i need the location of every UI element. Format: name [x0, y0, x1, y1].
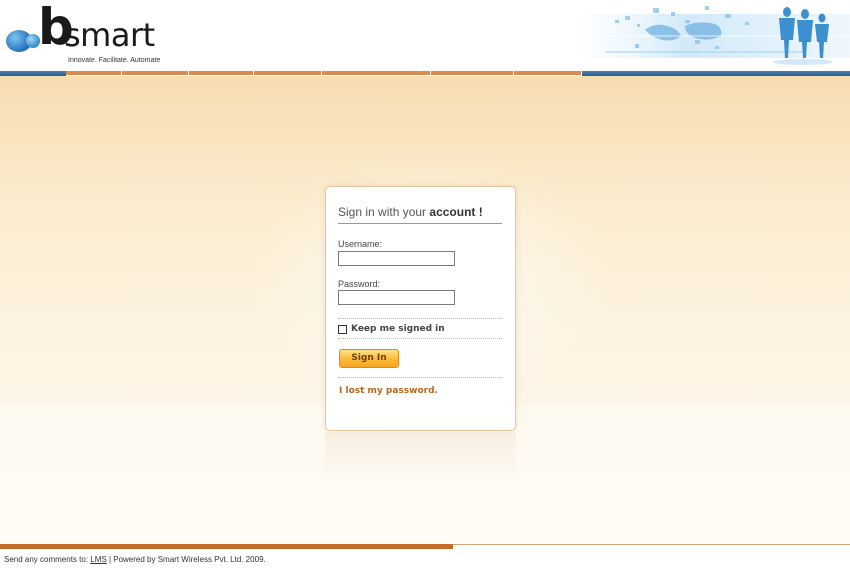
password-input[interactable] — [338, 290, 455, 305]
logo-wordmark: smart — [64, 16, 155, 54]
footer-accent-line — [453, 544, 850, 545]
footer-text: Send any comments to: LMS | Powered by S… — [4, 555, 266, 564]
divider — [338, 338, 502, 339]
username-label: Username: — [338, 239, 383, 249]
username-input[interactable] — [338, 251, 455, 266]
footer-accent-bar — [0, 544, 453, 549]
login-title-prefix: Sign in with your — [338, 205, 430, 219]
divider — [338, 318, 502, 319]
remember-me[interactable]: Keep me signed in — [338, 324, 445, 334]
remember-me-checkbox[interactable] — [338, 324, 347, 334]
logo[interactable]: b smart Innovate. Facilitate. Automate — [6, 2, 166, 66]
login-card: Sign in with your account ! Username: Pa… — [325, 186, 516, 431]
footer-suffix: | Powered by Smart Wireless Pvt. Ltd. 20… — [106, 555, 266, 564]
footer-prefix: Send any comments to: — [4, 555, 91, 564]
lost-password-link[interactable]: I lost my password. — [339, 386, 438, 396]
logo-tagline: Innovate. Facilitate. Automate — [68, 57, 161, 64]
login-title: Sign in with your account ! — [338, 205, 502, 224]
remember-me-label: Keep me signed in — [351, 324, 445, 334]
header-world-map-graphic — [575, 6, 850, 65]
divider — [338, 377, 502, 378]
sign-in-button[interactable]: Sign In — [339, 349, 399, 368]
login-card-reflection — [325, 432, 516, 480]
header: b smart Innovate. Facilitate. Automate — [0, 0, 850, 70]
login-title-bold: account ! — [429, 205, 483, 219]
password-label: Password: — [338, 279, 381, 289]
footer-lms-link[interactable]: LMS — [90, 555, 106, 564]
